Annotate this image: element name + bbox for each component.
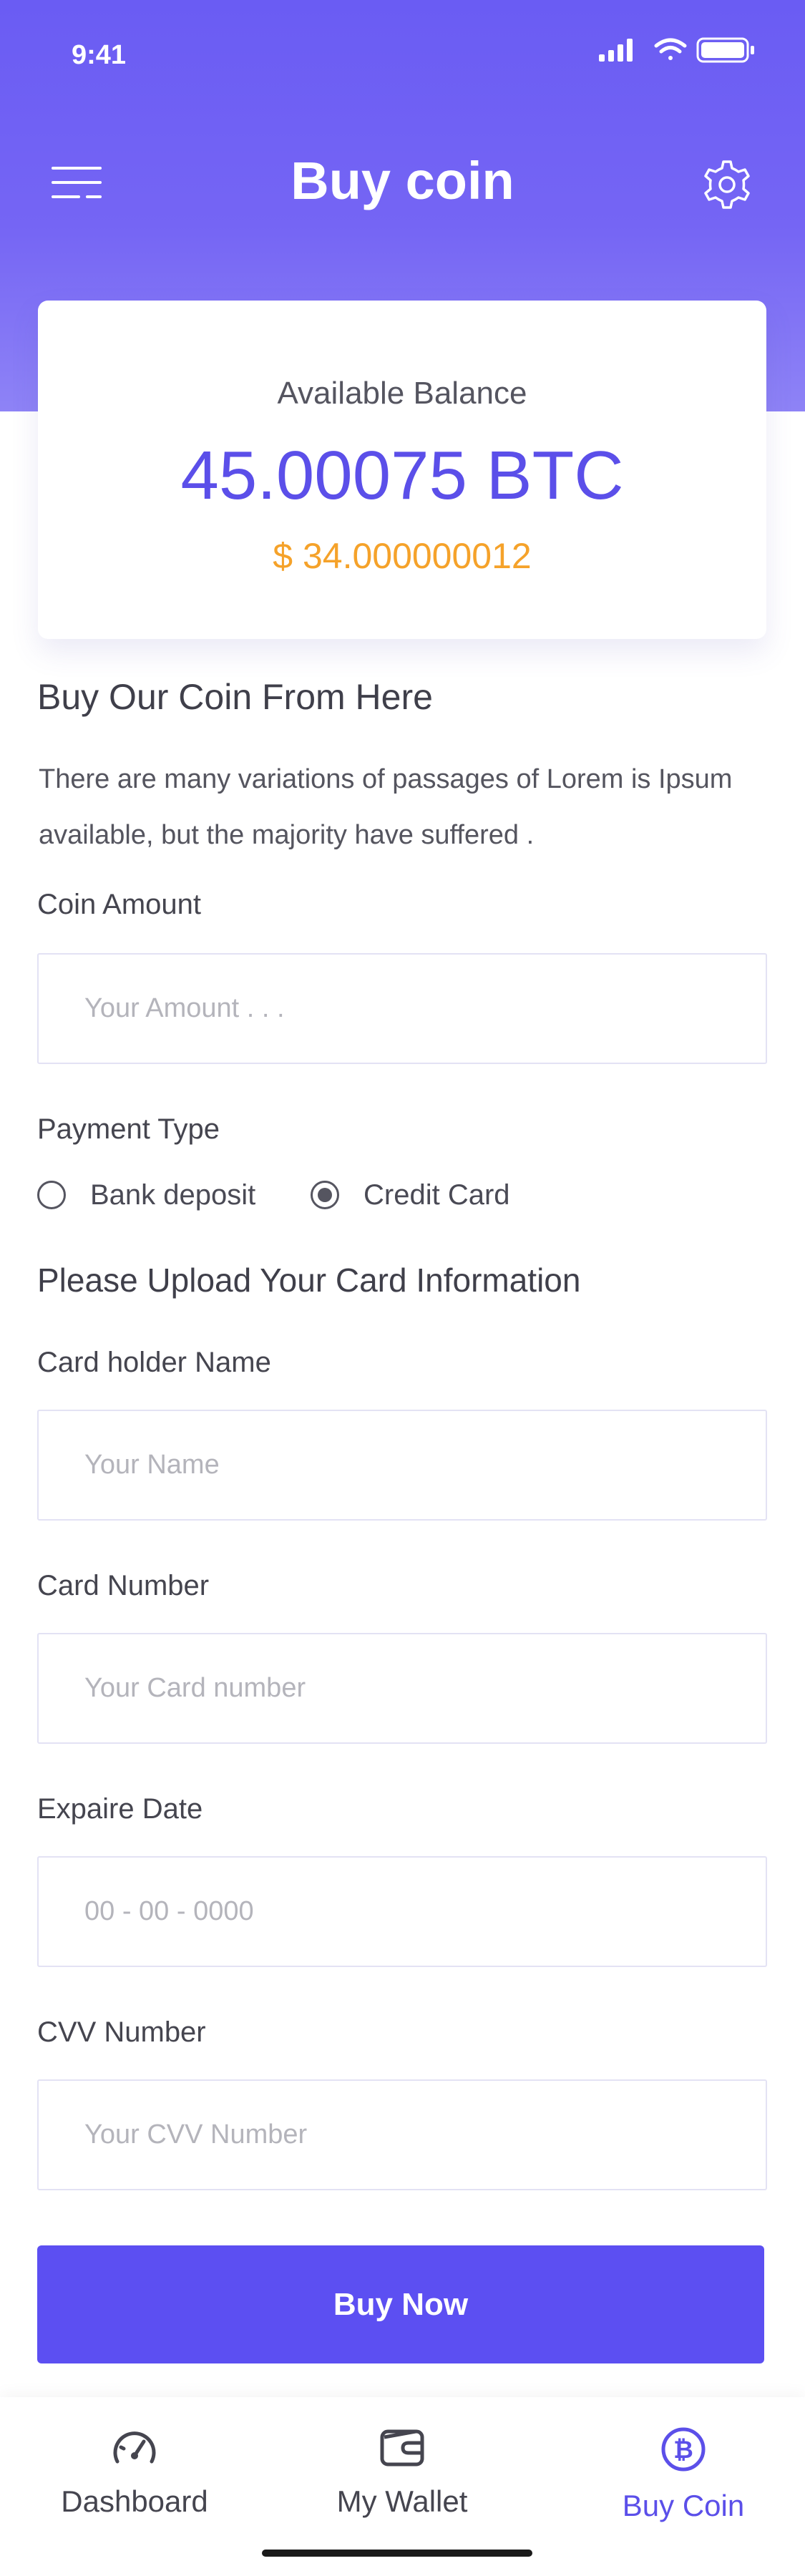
expire-date-label: Expaire Date [37,1793,203,1825]
card-section-title: Please Upload Your Card Information [37,1262,581,1299]
page-title: Buy coin [291,151,514,210]
home-indicator [262,2550,532,2557]
status-time: 9:41 [72,40,127,70]
balance-usd-value: $ 34.000000012 [273,536,532,576]
coin-amount-label: Coin Amount [37,889,202,920]
nav-item-dashboard[interactable]: Dashboard [27,2426,242,2533]
radio-checked-icon [311,1181,339,1209]
cvv-label: CVV Number [37,2016,206,2048]
radio-bank-deposit[interactable]: Bank deposit [37,1174,255,1216]
svg-text:₿: ₿ [673,2436,693,2464]
nav-label-my-wallet: My Wallet [336,2484,468,2518]
coin-amount-input[interactable] [37,953,767,1064]
card-holder-input[interactable] [37,1410,767,1521]
buy-now-button[interactable]: Buy Now [37,2245,764,2363]
gear-icon [704,160,750,209]
intro-title: Buy Our Coin From Here [37,677,433,717]
speedometer-icon [113,2431,156,2464]
nav-label-buy-coin: Buy Coin [622,2489,745,2522]
settings-button[interactable] [700,157,754,212]
wifi-icon [654,38,687,60]
balance-card: Available Balance 45.00075 BTC $ 34.0000… [38,301,766,639]
card-number-label: Card Number [37,1570,210,1601]
expire-date-input[interactable] [37,1856,767,1967]
battery-icon [696,37,754,63]
status-icons [599,37,754,63]
payment-type-radio-group: Bank deposit Credit Card [37,1174,767,1216]
intro-description: There are many variations of passages of… [39,764,733,850]
radio-credit-card[interactable]: Credit Card [311,1174,510,1216]
radio-bank-deposit-label: Bank deposit [90,1179,256,1211]
payment-type-label: Payment Type [37,1113,220,1145]
nav-item-my-wallet[interactable]: My Wallet [295,2426,509,2533]
signal-icon [599,39,633,62]
radio-unchecked-icon [37,1181,66,1209]
cvv-input[interactable] [37,2079,767,2190]
balance-btc-value: 45.00075 BTC [180,437,624,514]
status-bar: 9:41 [0,0,805,100]
wallet-icon [380,2429,424,2467]
card-number-input[interactable] [37,1633,767,1744]
radio-credit-card-label: Credit Card [364,1179,510,1211]
nav-item-buy-coin[interactable]: ₿ Buy Coin [576,2426,791,2533]
bitcoin-icon: ₿ [661,2427,706,2472]
balance-label: Available Balance [277,376,527,411]
card-holder-label: Card holder Name [37,1347,271,1378]
nav-label-dashboard: Dashboard [61,2484,208,2518]
